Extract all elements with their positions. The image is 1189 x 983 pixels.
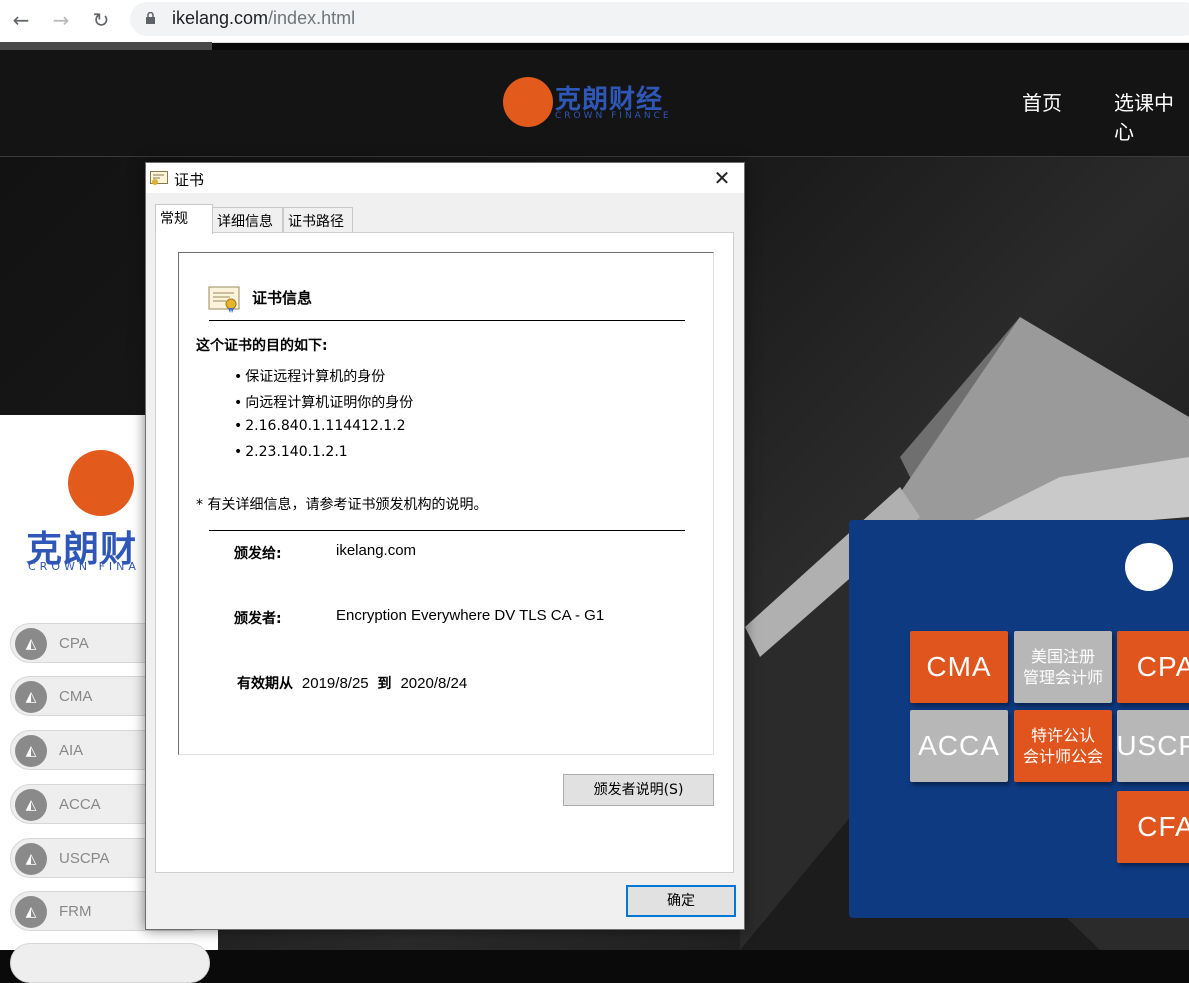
forward-button[interactable]: → [47, 6, 75, 34]
course-icon: ◭ [15, 681, 47, 713]
details-note: * 有关详细信息，请参考证书颁发机构的说明。 [196, 497, 488, 513]
course-label: USCPA [59, 850, 110, 867]
sidebar-logo-icon [68, 450, 134, 516]
promo-panel: CMA 美国注册管理会计师 CPA ACCA 特许公认会计师公会 USCPA C… [849, 520, 1189, 918]
divider [209, 320, 685, 321]
purpose-text: 向远程计算机证明你的身份 [245, 395, 414, 411]
purpose-text: 保证远程计算机的身份 [245, 369, 386, 385]
valid-to-label: 到 [377, 676, 392, 692]
purpose-heading: 这个证书的目的如下: [196, 338, 328, 354]
site-header: 克朗财经 CROWN FINANCE 首页 选课中心 [0, 50, 1189, 157]
issuer-statement-button[interactable]: 颁发者说明(S) [563, 774, 714, 806]
certificate-dialog: 证书 ✕ 常规 详细信息 证书路径 证书信息 这个证书的目的如下: • 保证远程计… [145, 162, 745, 930]
browser-toolbar: ← → ↻ ikelang.com/index.html [0, 0, 1189, 43]
purpose-item: • 向远程计算机证明你的身份 [234, 392, 413, 412]
course-label: CPA [59, 635, 89, 652]
lock-icon [146, 12, 155, 24]
back-button[interactable]: ← [7, 6, 35, 34]
dialog-titlebar[interactable]: 证书 ✕ [146, 163, 744, 193]
divider [209, 530, 685, 531]
url-path: /index.html [268, 8, 356, 28]
purpose-item: • 2.16.840.1.114412.1.2 [234, 418, 406, 434]
tile-line: 特许公认 [1030, 726, 1095, 745]
site-logo[interactable]: 克朗财经 CROWN FINANCE [503, 75, 683, 130]
tile-uscpa[interactable]: USCPA [1116, 710, 1189, 782]
address-bar[interactable]: ikelang.com/index.html [130, 2, 1189, 36]
certificate-info-heading: 证书信息 [252, 289, 313, 307]
loading-bar [0, 42, 212, 50]
tile-label: ACCA [918, 730, 1000, 761]
tile-label: CMA [926, 651, 992, 682]
tile-label: 美国注册 管理会计师 [1023, 646, 1103, 688]
purpose-text: 2.23.140.1.2.1 [245, 444, 348, 460]
course-item-more[interactable] [10, 943, 210, 983]
bullet: • [234, 444, 243, 460]
course-icon: ◭ [15, 843, 47, 875]
sidebar-logo-subtext: CROWN FINA [28, 560, 140, 573]
issued-to-label: 颁发给: [234, 546, 282, 562]
tile-cma[interactable]: CMA [910, 631, 1008, 703]
tile-label: 特许公认 会计师公会 [1023, 725, 1103, 767]
certificate-icon [208, 286, 240, 313]
url-text: ikelang.com/index.html [172, 8, 355, 29]
url-host: ikelang.com [172, 8, 269, 28]
certificate-info-box: 证书信息 这个证书的目的如下: • 保证远程计算机的身份 • 向远程计算机证明你的身… [178, 252, 714, 755]
logo-mark-icon [503, 77, 553, 127]
course-icon: ◭ [15, 789, 47, 821]
tile-label: CFA [1137, 811, 1189, 842]
dialog-title: 证书 [174, 171, 205, 189]
valid-from-label: 有效期从 [237, 676, 293, 692]
course-icon: ◭ [15, 628, 47, 660]
issued-to-value: ikelang.com [336, 542, 417, 559]
tile-cpa[interactable]: CPA [1117, 631, 1189, 703]
tile-label: CPA [1136, 651, 1189, 682]
valid-to-date: 2020/8/24 [400, 675, 468, 692]
certificate-icon [150, 171, 168, 185]
tab-general[interactable]: 常规 [155, 204, 213, 234]
nav-course-center[interactable]: 选课中心 [1114, 87, 1189, 145]
course-label: ACCA [59, 796, 101, 813]
tile-cma-cn[interactable]: 美国注册 管理会计师 [1014, 631, 1112, 703]
course-label: CMA [59, 688, 93, 705]
validity-row: 有效期从 2019/8/25 到 2020/8/24 [237, 673, 467, 693]
issued-by-value: Encryption Everywhere DV TLS CA - G1 [336, 607, 605, 624]
tab-panel-general: 证书信息 这个证书的目的如下: • 保证远程计算机的身份 • 向远程计算机证明你的身… [155, 232, 734, 873]
bullet: • [234, 418, 243, 434]
nav-home[interactable]: 首页 [1022, 87, 1062, 116]
tile-label: USCPA [1116, 730, 1189, 761]
purpose-item: • 保证远程计算机的身份 [234, 366, 385, 386]
close-icon: ✕ [713, 166, 731, 190]
tile-line: 美国注册 [1030, 647, 1095, 666]
course-icon: ◭ [15, 896, 47, 928]
tile-acca-cn[interactable]: 特许公认 会计师公会 [1014, 710, 1112, 782]
tab-details[interactable]: 详细信息 [212, 207, 283, 233]
reload-icon: ↻ [92, 8, 110, 32]
purpose-item: • 2.23.140.1.2.1 [234, 444, 348, 460]
course-icon: ◭ [15, 735, 47, 767]
promo-logo-icon [1125, 543, 1173, 591]
ok-button[interactable]: 确定 [626, 885, 736, 917]
tile-cfa[interactable]: CFA [1117, 791, 1189, 863]
tile-line: 管理会计师 [1022, 668, 1103, 687]
bullet: • [234, 395, 243, 411]
valid-from-date: 2019/8/25 [301, 675, 369, 692]
arrow-right-icon: → [52, 8, 70, 32]
reload-button[interactable]: ↻ [87, 6, 115, 34]
tab-certification-path[interactable]: 证书路径 [283, 207, 353, 233]
arrow-left-icon: ← [12, 8, 30, 32]
issued-by-label: 颁发者: [234, 611, 282, 627]
tile-acca[interactable]: ACCA [910, 710, 1008, 782]
course-label: AIA [59, 742, 84, 759]
tile-line: 会计师公会 [1022, 747, 1103, 766]
course-label: FRM [59, 903, 92, 920]
purpose-text: 2.16.840.1.114412.1.2 [245, 418, 406, 434]
bullet: • [234, 369, 243, 385]
close-button[interactable]: ✕ [700, 163, 744, 193]
logo-subtext: CROWN FINANCE [555, 111, 672, 121]
